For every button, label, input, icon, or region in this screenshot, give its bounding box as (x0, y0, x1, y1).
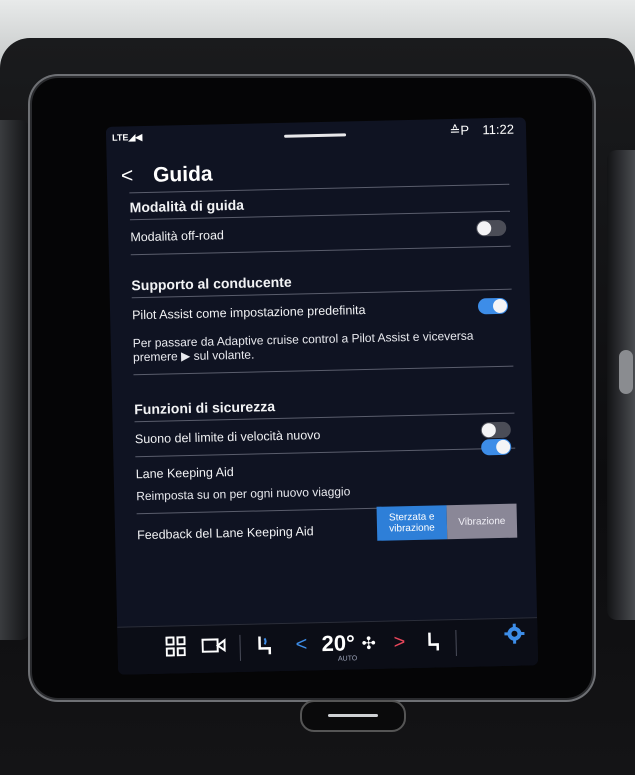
settings-list: Modalità di guida Modalità off-road Supp… (129, 183, 518, 553)
pilot-assist-label: Pilot Assist come impostazione predefini… (131, 302, 366, 323)
chevron-left-icon[interactable]: < (295, 633, 307, 656)
climate-mode: AUTO (337, 655, 358, 663)
fan-icon[interactable]: ✣ (361, 634, 376, 654)
infotainment-screen: LTE◢◀ ≙P 11:22 < Guida Modalità di guida… (105, 117, 539, 675)
left-air-vent (0, 120, 30, 640)
toggle-knob (481, 423, 496, 438)
vent-knob (619, 350, 633, 394)
signal-indicator: LTE◢◀ (111, 132, 143, 143)
divider (239, 634, 241, 661)
status-right: ≙P 11:22 (439, 122, 514, 140)
lane-keeping-toggle[interactable] (481, 438, 512, 456)
offroad-toggle[interactable] (476, 219, 507, 237)
grid-icon[interactable] (165, 636, 186, 662)
setting-lane-keeping-feedback: Feedback del Lane Keeping Aid Sterzata e… (137, 503, 518, 553)
chevron-left-icon[interactable]: < (121, 164, 134, 188)
temperature-display[interactable]: 20° (321, 630, 355, 657)
toggle-knob (496, 439, 511, 455)
chevron-right-icon[interactable]: > (393, 631, 405, 654)
camera-icon[interactable] (201, 635, 226, 662)
feedback-segmented-control[interactable]: Sterzata e vibrazione Vibrazione (376, 503, 518, 541)
home-button[interactable] (300, 700, 406, 732)
speed-limit-sound-toggle[interactable] (480, 421, 511, 439)
clock: 11:22 (482, 121, 515, 138)
seat-heat-icon[interactable] (255, 634, 274, 662)
climate-bar: < 20° ✣ AUTO > (117, 617, 539, 675)
feedback-option-steering-vibration[interactable]: Sterzata e vibrazione (376, 505, 448, 541)
page-header: < Guida (121, 162, 213, 188)
lane-keeping-label: Lane Keeping Aid (135, 465, 234, 482)
drawer-handle[interactable] (284, 133, 347, 138)
settings-icon[interactable] (503, 622, 526, 650)
toggle-knob (477, 221, 492, 236)
offroad-label: Modalità off-road (130, 228, 225, 245)
toggle-knob (492, 298, 508, 314)
status-indicator: ≙P (449, 122, 469, 139)
pilot-assist-toggle[interactable] (477, 297, 509, 315)
feedback-option-vibration[interactable]: Vibrazione (446, 503, 518, 540)
divider (455, 630, 457, 657)
seat-icon[interactable] (423, 630, 440, 658)
page-title: Guida (152, 162, 213, 187)
speed-limit-sound-label: Suono del limite di velocità nuovo (134, 428, 321, 447)
